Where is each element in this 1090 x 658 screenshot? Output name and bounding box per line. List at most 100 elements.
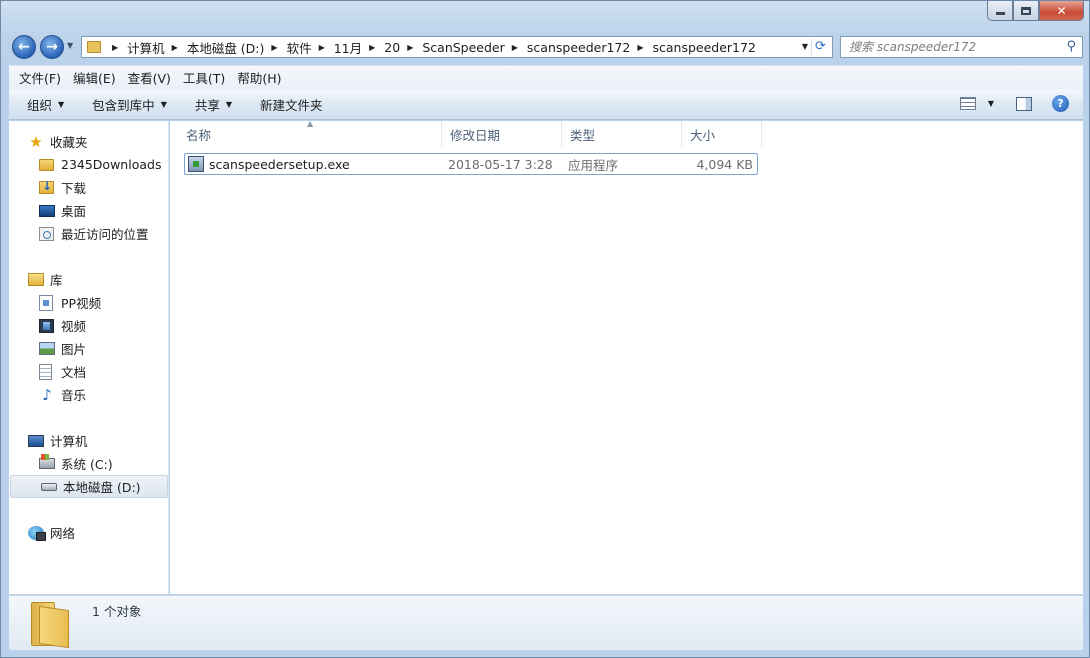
nav-2345downloads[interactable]: 2345Downloads [9,153,169,176]
file-name-cell: scanspeedersetup.exe [188,154,350,174]
recent-pages-dropdown[interactable]: ▼ [67,41,73,50]
search-box[interactable]: ⚲ [840,36,1083,58]
nav-favorites[interactable]: ★ 收藏夹 [9,130,169,153]
menu-edit[interactable]: 编辑(E) [73,68,116,87]
file-type: 应用程序 [568,157,619,173]
view-controls: ▼ ? [959,95,1069,112]
menu-help[interactable]: 帮助(H) [237,68,281,87]
breadcrumb-item[interactable]: ScanSpeeder ▶ [422,40,527,55]
recent-places-icon [39,226,54,241]
navigation-row: ← → ▼ ▶ 计算机 ▶ 本地磁盘 (D:) ▶ 软件 ▶ 11月 ▶ 20 ▶ Sca… [9,33,1083,61]
view-mode-dropdown[interactable]: ▼ [988,99,994,108]
column-header: ▲ 名称 修改日期 类型 大小 [170,119,1083,147]
document-icon [39,363,52,380]
folder-icon [87,41,101,53]
system-drive-icon [39,454,55,469]
file-name: scanspeedersetup.exe [209,156,350,172]
menu-view[interactable]: 查看(V) [128,68,171,87]
explorer-window: ✕ ← → ▼ ▶ 计算机 ▶ 本地磁盘 (D:) ▶ 软件 ▶ 11月 ▶ 20 ▶ S… [0,0,1090,658]
folder-icon [39,158,54,171]
forward-arrow-icon: → [46,39,58,55]
exe-icon [188,156,204,172]
maximize-icon [1021,6,1031,15]
command-bar: 组织 ▼ 包含到库中 ▼ 共享 ▼ 新建文件夹 ▼ ? [9,89,1083,120]
preview-pane-icon[interactable] [1016,96,1032,111]
organize-button[interactable]: 组织 ▼ [27,95,64,114]
search-input[interactable] [849,38,1064,56]
search-icon[interactable]: ⚲ [1066,39,1076,54]
forward-button[interactable]: → [40,35,64,59]
column-type[interactable]: 类型 [562,121,682,147]
menu-tools[interactable]: 工具(T) [183,68,225,87]
chevron-down-icon: ▼ [58,99,65,109]
close-icon: ✕ [1056,3,1067,18]
computer-icon [28,434,44,447]
nav-drive-d[interactable]: 本地磁盘 (D:) [10,475,168,498]
address-bar[interactable]: ▶ 计算机 ▶ 本地磁盘 (D:) ▶ 软件 ▶ 11月 ▶ 20 ▶ ScanSpeed… [81,36,833,58]
help-icon[interactable]: ? [1052,95,1069,112]
nav-pictures[interactable]: 图片 [9,337,169,360]
nav-videos[interactable]: 视频 [9,314,169,337]
breadcrumb-item[interactable]: scanspeeder172 [653,40,756,55]
include-in-library-button[interactable]: 包含到库中 ▼ [92,95,167,114]
item-count: 1 个对象 [92,604,142,619]
picture-icon [39,342,55,355]
nav-desktop[interactable]: 桌面 [9,199,169,222]
refresh-icon[interactable]: ⟳ [811,39,829,55]
nav-libraries[interactable]: 库 [9,268,169,291]
music-icon: ♪ [42,385,52,404]
pp-video-library-icon [39,294,53,311]
menu-file[interactable]: 文件(F) [19,68,61,87]
file-size: 4,094 KB [696,156,753,172]
nav-music[interactable]: ♪ 音乐 [9,383,169,406]
breadcrumb-item[interactable]: 软件 ▶ [287,38,334,57]
library-icon [28,273,44,286]
nav-documents[interactable]: 文档 [9,360,169,383]
nav-drive-c[interactable]: 系统 (C:) [9,452,169,475]
video-icon [39,318,54,333]
network-icon [28,525,46,541]
breadcrumb-root-arrow[interactable]: ▶ [105,43,127,52]
file-modified: 2018-05-17 3:28 [448,156,553,172]
breadcrumb-item[interactable]: 20 ▶ [384,40,422,55]
libraries-group: 库 PP视频 视频 图片 文档 ♪ 音乐 [9,268,169,406]
share-button[interactable]: 共享 ▼ [195,95,232,114]
breadcrumb-item[interactable]: 本地磁盘 (D:) ▶ [187,38,287,57]
column-name[interactable]: 名称 [178,121,442,147]
minimize-icon [995,12,1005,15]
address-history-dropdown[interactable]: ▼ [802,42,808,51]
nav-recent-places[interactable]: 最近访问的位置 [9,222,169,245]
drive-icon [41,482,57,491]
desktop-icon [39,204,55,217]
menu-bar: 文件(F) 编辑(E) 查看(V) 工具(T) 帮助(H) [9,65,1083,89]
breadcrumb-item[interactable]: 11月 ▶ [334,38,385,57]
column-modified[interactable]: 修改日期 [442,121,562,147]
close-button[interactable]: ✕ [1039,1,1084,21]
file-list: ▲ 名称 修改日期 类型 大小 scanspeedersetup.exe 201… [170,119,1083,594]
new-folder-button[interactable]: 新建文件夹 [260,95,323,114]
favorites-group: ★收藏夹 2345Downloads 下载 桌面 最近访问的位置 [9,130,169,245]
nav-network[interactable]: 网络 [9,521,169,544]
download-folder-icon [39,179,54,194]
column-size[interactable]: 大小 [682,121,762,147]
breadcrumb-item[interactable]: 计算机 ▶ [127,38,187,57]
folder-icon [29,602,69,649]
nav-pp-video[interactable]: PP视频 [9,291,169,314]
file-row[interactable]: scanspeedersetup.exe 2018-05-17 3:28 应用程… [184,153,758,175]
caption-buttons: ✕ [987,1,1084,21]
back-arrow-icon: ← [18,39,30,55]
minimize-button[interactable] [987,1,1013,21]
chevron-down-icon: ▼ [225,99,233,109]
star-icon: ★ [29,132,43,151]
nav-downloads[interactable]: 下载 [9,176,169,199]
chevron-down-icon: ▼ [160,99,167,109]
breadcrumb-item[interactable]: scanspeeder172 ▶ [527,40,653,55]
network-group: 网络 [9,521,169,544]
nav-computer[interactable]: 计算机 [9,429,169,452]
details-pane: 1 个对象 [9,595,1083,650]
view-mode-icon[interactable] [959,97,976,110]
maximize-button[interactable] [1013,1,1039,21]
computer-group: 计算机 系统 (C:) 本地磁盘 (D:) [9,429,169,498]
navigation-pane: ★收藏夹 2345Downloads 下载 桌面 最近访问的位置 库 PP视频 … [9,121,169,594]
back-button[interactable]: ← [12,35,36,59]
